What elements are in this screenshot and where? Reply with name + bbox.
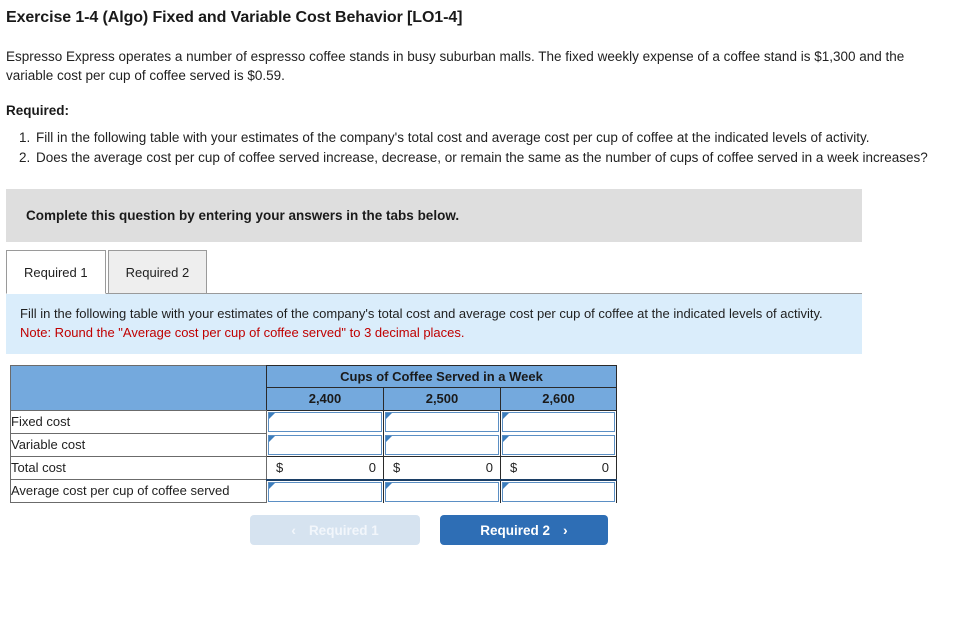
cell-marker-icon xyxy=(269,482,275,489)
table-row: Total cost $ 0 $ 0 $ 0 xyxy=(10,456,617,481)
row-label-fixed-cost: Fixed cost xyxy=(10,410,267,434)
input-cell-fixed-cost-2400[interactable] xyxy=(266,410,384,434)
cost-table-wrapper: Cups of Coffee Served in a Week 2,400 2,… xyxy=(10,365,617,503)
input-fixed-cost-2400[interactable] xyxy=(268,412,382,433)
input-fixed-cost-2500[interactable] xyxy=(385,412,499,433)
currency-symbol-total-2500: $ xyxy=(393,460,401,476)
table-corner-cell xyxy=(10,365,267,411)
input-cell-fixed-cost-2600[interactable] xyxy=(500,410,617,434)
table-row: Variable cost xyxy=(10,433,617,457)
value-cell-total-cost-2500: $ 0 xyxy=(383,456,501,481)
required-list-item-1: Fill in the following table with your es… xyxy=(34,128,964,147)
currency-symbol-total-2400: $ xyxy=(276,460,284,476)
table-group-header: Cups of Coffee Served in a Week xyxy=(266,365,617,388)
input-cell-average-cost-2500[interactable] xyxy=(383,479,501,503)
input-cell-variable-cost-2500[interactable] xyxy=(383,433,501,457)
instruction-panel-text: Fill in the following table with your es… xyxy=(20,306,823,321)
input-variable-cost-2400[interactable] xyxy=(268,434,382,455)
table-header-group-row: Cups of Coffee Served in a Week xyxy=(10,365,617,411)
row-label-variable-cost: Variable cost xyxy=(10,433,267,457)
cell-marker-icon xyxy=(503,435,509,442)
cell-marker-icon xyxy=(269,435,275,442)
value-cell-total-cost-2400: $ 0 xyxy=(266,456,384,481)
tab-required-1-label: Required 1 xyxy=(24,264,88,280)
table-col-header-3: 2,600 xyxy=(500,387,617,411)
input-cell-average-cost-2400[interactable] xyxy=(266,479,384,503)
row-label-total-cost: Total cost xyxy=(10,456,267,480)
complete-question-banner: Complete this question by entering your … xyxy=(6,189,862,242)
table-col-header-2: 2,500 xyxy=(383,387,501,411)
exercise-intro-text: Espresso Express operates a number of es… xyxy=(6,49,905,83)
row-label-average-cost: Average cost per cup of coffee served xyxy=(10,479,267,503)
next-required-2-label: Required 2 xyxy=(480,522,551,538)
tab-strip: Required 1 Required 2 xyxy=(6,250,862,294)
required-heading: Required: xyxy=(6,103,70,118)
value-total-cost-2500: 0 xyxy=(485,460,493,476)
input-fixed-cost-2600[interactable] xyxy=(502,412,615,433)
input-cell-fixed-cost-2500[interactable] xyxy=(383,410,501,434)
input-average-cost-2600[interactable] xyxy=(502,481,615,502)
chevron-left-icon: ‹ xyxy=(291,522,296,538)
prev-required-1-button[interactable]: ‹ Required 1 xyxy=(250,515,420,545)
complete-question-banner-text: Complete this question by entering your … xyxy=(26,208,460,223)
value-cell-total-cost-2600: $ 0 xyxy=(500,456,617,481)
value-total-cost-2400: 0 xyxy=(368,460,376,476)
required-list: Fill in the following table with your es… xyxy=(0,128,964,167)
chevron-right-icon: › xyxy=(563,522,568,538)
cell-marker-icon xyxy=(386,413,392,420)
required-list-item-2: Does the average cost per cup of coffee … xyxy=(34,148,964,167)
next-required-2-button[interactable]: Required 2 › xyxy=(440,515,608,545)
cell-marker-icon xyxy=(386,482,392,489)
table-row: Average cost per cup of coffee served xyxy=(10,479,617,503)
cell-marker-icon xyxy=(269,413,275,420)
instruction-panel-note: Note: Round the "Average cost per cup of… xyxy=(20,325,465,340)
tab-required-1[interactable]: Required 1 xyxy=(6,250,106,294)
exercise-page: Exercise 1-4 (Algo) Fixed and Variable C… xyxy=(0,9,964,545)
input-cell-variable-cost-2600[interactable] xyxy=(500,433,617,457)
input-variable-cost-2600[interactable] xyxy=(502,434,615,455)
cell-marker-icon xyxy=(386,435,392,442)
prev-required-1-label: Required 1 xyxy=(308,522,379,538)
input-variable-cost-2500[interactable] xyxy=(385,434,499,455)
value-total-cost-2600: 0 xyxy=(601,460,609,476)
input-cell-average-cost-2600[interactable] xyxy=(500,479,617,503)
input-average-cost-2400[interactable] xyxy=(268,481,382,502)
footer-button-row: ‹ Required 1 Required 2 › xyxy=(0,515,964,545)
cost-table: Cups of Coffee Served in a Week 2,400 2,… xyxy=(10,365,617,503)
instruction-panel: Fill in the following table with your es… xyxy=(6,294,862,354)
currency-symbol-total-2600: $ xyxy=(510,460,518,476)
input-average-cost-2500[interactable] xyxy=(385,481,499,502)
table-row: Fixed cost xyxy=(10,410,617,434)
table-col-header-1: 2,400 xyxy=(266,387,384,411)
input-cell-variable-cost-2400[interactable] xyxy=(266,433,384,457)
cell-marker-icon xyxy=(503,482,509,489)
tab-required-2-label: Required 2 xyxy=(125,264,190,280)
cell-marker-icon xyxy=(503,413,509,420)
tab-required-2[interactable]: Required 2 xyxy=(107,250,208,293)
page-title: Exercise 1-4 (Algo) Fixed and Variable C… xyxy=(6,9,463,26)
